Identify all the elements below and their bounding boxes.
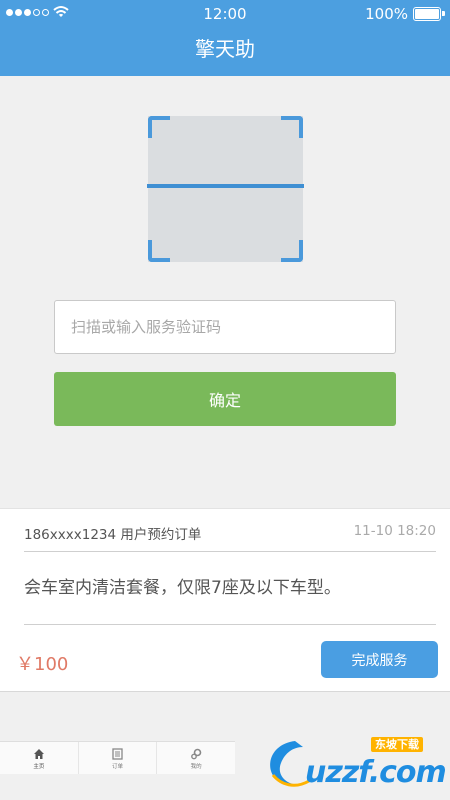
tab-orders[interactable]: 订单 <box>79 742 158 774</box>
scanner-corner-bottom-right <box>281 240 303 262</box>
tab-bar: 主页 订单 我的 <box>0 741 235 774</box>
confirm-button[interactable]: 确定 <box>54 372 396 426</box>
settings-icon <box>190 747 202 761</box>
tab-label: 主页 <box>33 763 45 770</box>
verification-code-input[interactable] <box>54 300 396 354</box>
order-description: 会车室内清洁套餐，仅限7座及以下车型。 <box>24 552 436 625</box>
battery-icon <box>413 7 445 21</box>
qr-scanner-frame[interactable] <box>147 116 304 262</box>
order-card: 186xxxx1234 用户预约订单 11-10 18:20 会车室内清洁套餐，… <box>0 508 450 692</box>
order-time: 11-10 18:20 <box>353 523 436 539</box>
tab-mine[interactable]: 我的 <box>157 742 235 774</box>
orders-icon <box>112 747 123 761</box>
scanner-corner-bottom-left <box>148 240 170 262</box>
watermark-logo: 东坡下载 uzzf.com <box>265 735 447 791</box>
tab-home[interactable]: 主页 <box>0 742 79 774</box>
watermark-badge: 东坡下载 <box>371 737 423 752</box>
battery-percent: 100% <box>365 5 408 23</box>
scanner-corner-top-right <box>281 116 303 138</box>
order-user: 186xxxx1234 用户预约订单 <box>24 527 202 543</box>
order-price: ￥100 <box>16 654 69 675</box>
scanner-corner-top-left <box>148 116 170 138</box>
page-title: 擎天助 <box>195 37 255 61</box>
watermark-text: uzzf.com <box>305 755 447 790</box>
complete-service-button[interactable]: 完成服务 <box>321 641 438 678</box>
tab-label: 我的 <box>190 763 202 770</box>
status-bar: 12:00 100% <box>0 0 450 28</box>
nav-bar: 擎天助 <box>0 28 450 76</box>
scan-line <box>147 184 304 188</box>
order-header: 186xxxx1234 用户预约订单 11-10 18:20 <box>24 509 436 552</box>
tab-label: 订单 <box>112 763 124 770</box>
home-icon <box>33 747 45 761</box>
